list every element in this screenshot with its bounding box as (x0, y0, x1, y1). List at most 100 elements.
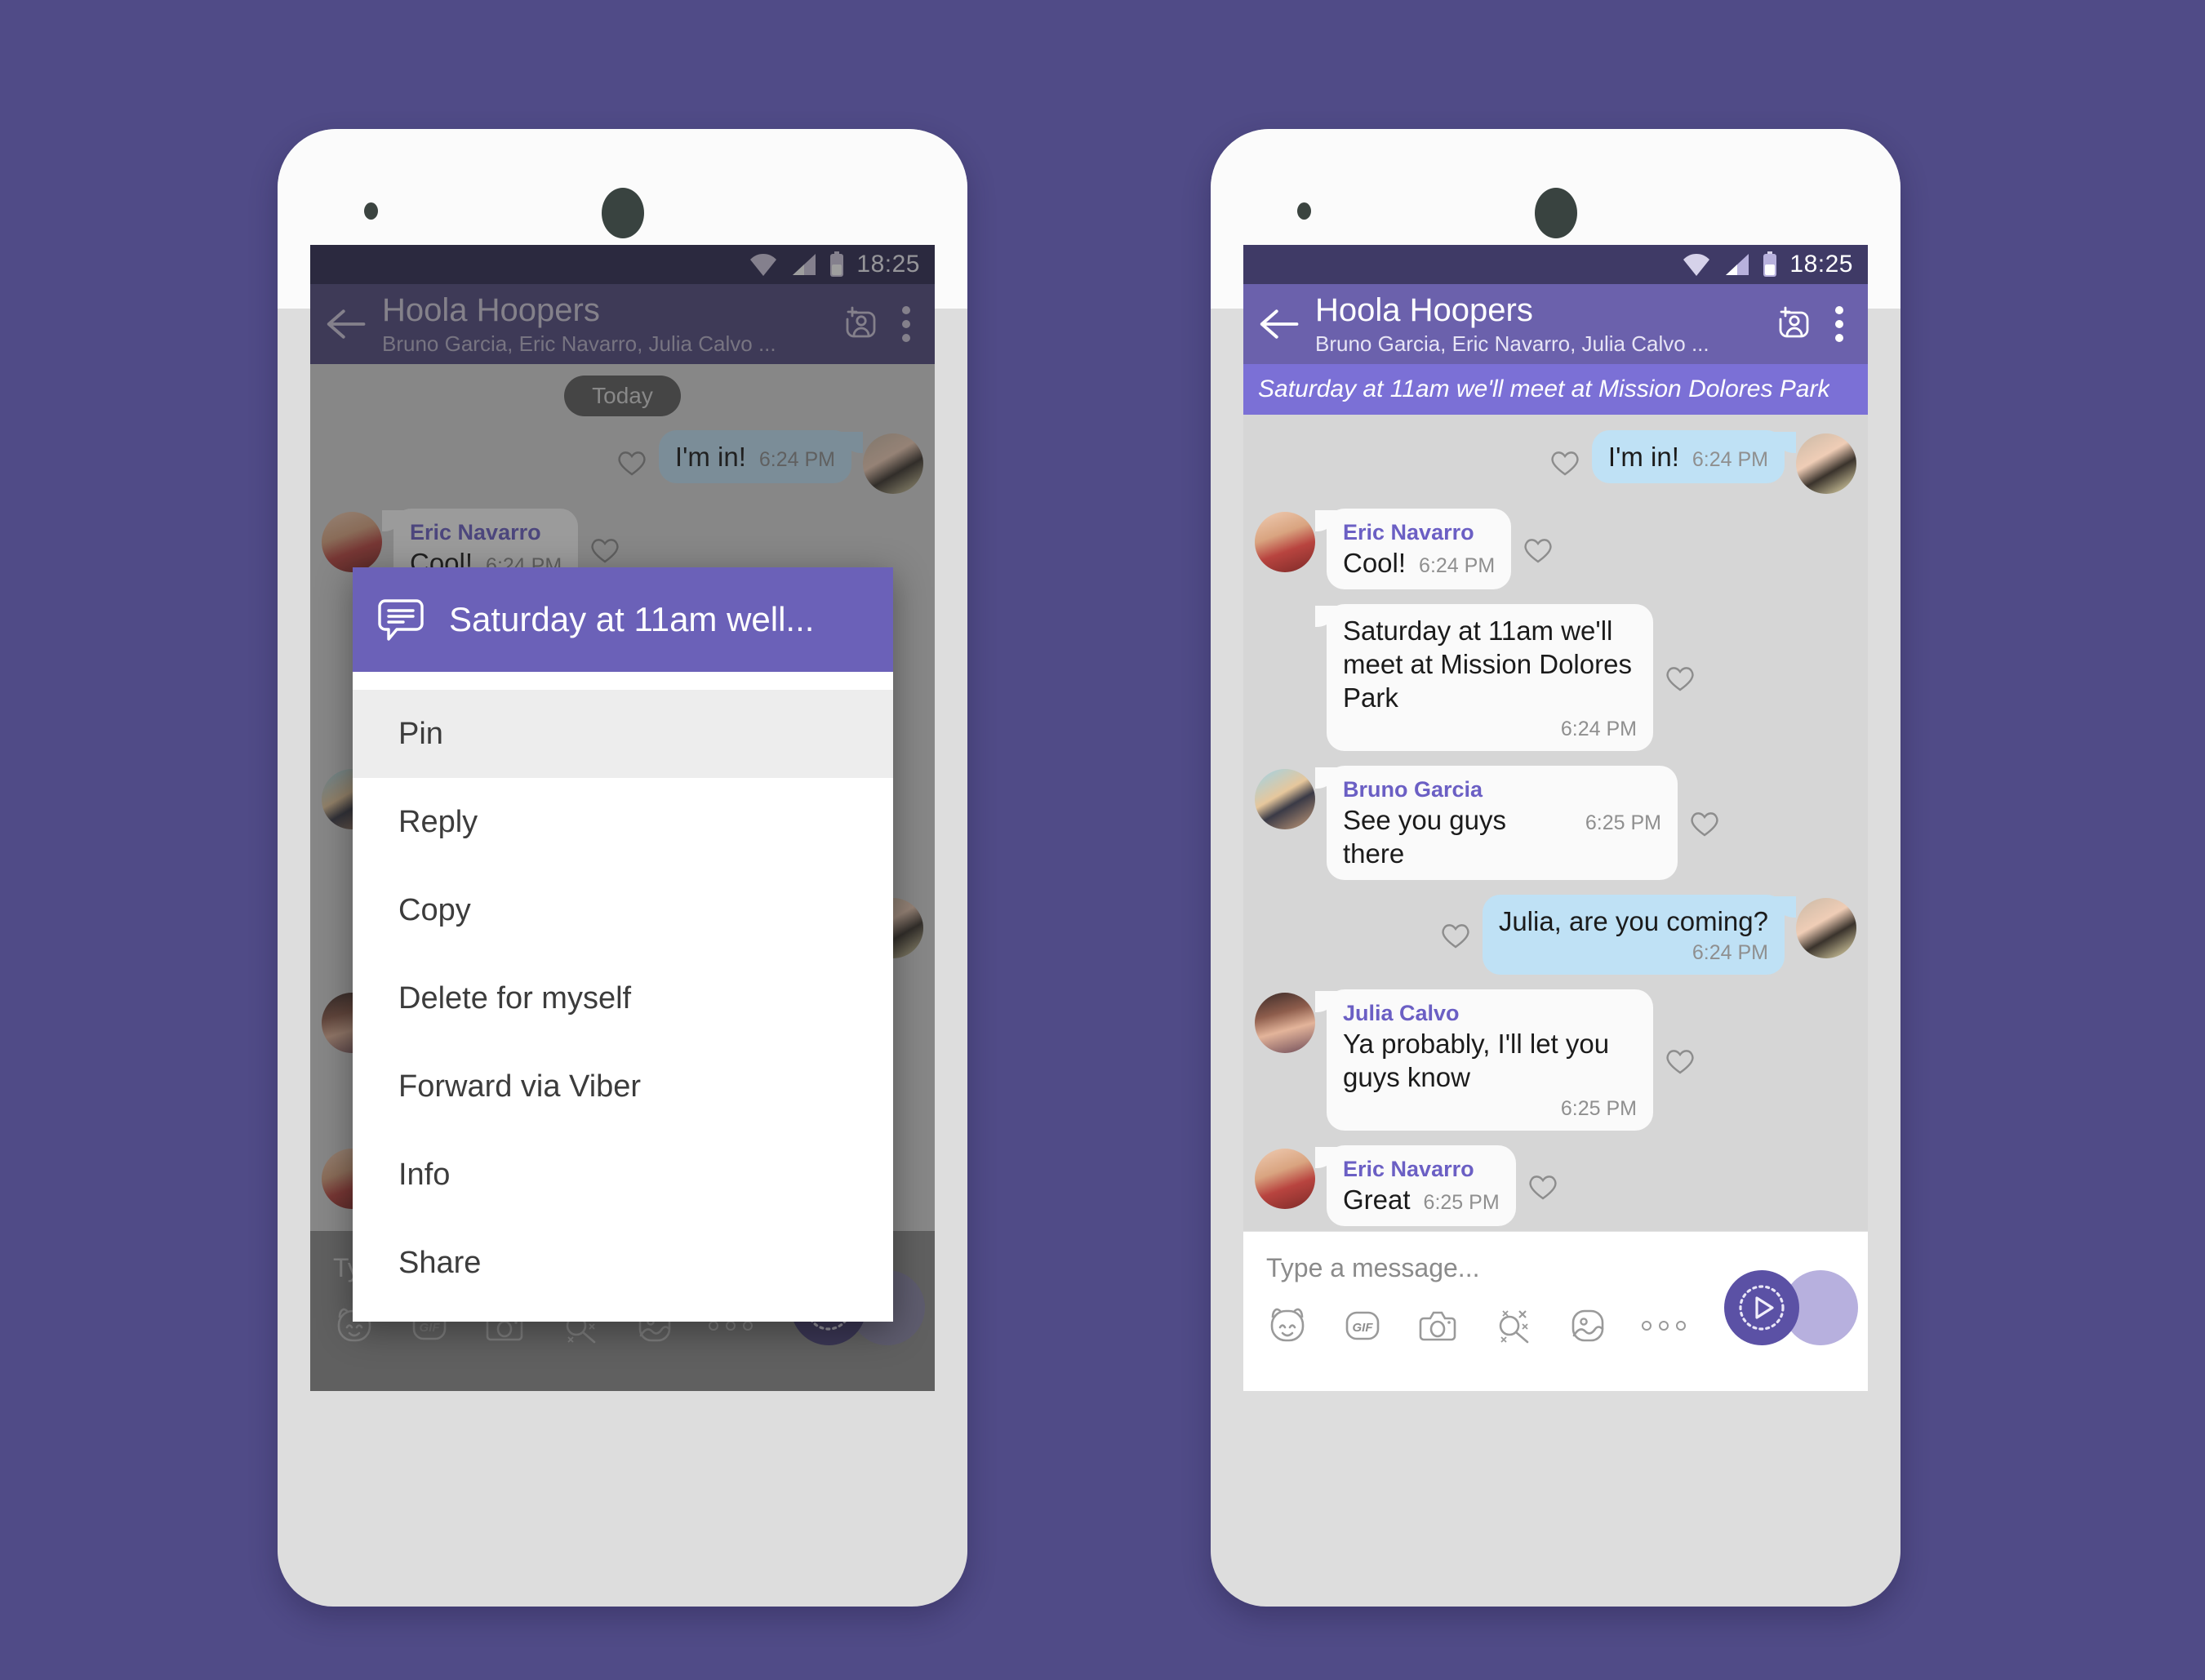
heart-outline-icon[interactable] (1663, 660, 1697, 695)
avatar[interactable] (1255, 512, 1315, 572)
message-time: 6:25 PM (1560, 1097, 1637, 1120)
overflow-menu-icon[interactable] (900, 306, 912, 342)
app-bar: Hoola Hoopers Bruno Garcia, Eric Navarro… (1243, 284, 1868, 364)
svg-text:GIF: GIF (1353, 1321, 1374, 1335)
avatar[interactable] (1796, 433, 1856, 494)
sender-name: Eric Navarro (1343, 520, 1474, 544)
message-time: 6:24 PM (1692, 941, 1768, 964)
heart-outline-icon[interactable] (1526, 1169, 1560, 1203)
message-text: Great (1343, 1184, 1411, 1215)
back-arrow-icon[interactable] (323, 302, 367, 346)
context-menu-item-share[interactable]: Share (353, 1219, 893, 1307)
message-row[interactable]: Bruno Garcia See you guys there 6:25 PM (1243, 758, 1868, 887)
sender-name: Julia Calvo (1343, 1001, 1460, 1025)
overflow-menu-icon[interactable] (1834, 306, 1845, 342)
avatar[interactable] (1255, 993, 1315, 1053)
camera-icon[interactable] (1416, 1304, 1459, 1347)
proximity-sensor-icon (1297, 202, 1311, 220)
message-bubble[interactable]: Julia Calvo Ya probably, I'll let you gu… (1315, 989, 1653, 1131)
message-bubble[interactable]: Bruno Garcia See you guys there 6:25 PM (1315, 766, 1678, 880)
page-title: Hoola Hoopers (1315, 292, 1533, 328)
heart-outline-icon[interactable] (615, 445, 649, 479)
context-menu-item-pin[interactable]: Pin (353, 690, 893, 778)
message-text: See you guys there (1343, 805, 1506, 869)
heart-outline-icon[interactable] (588, 532, 622, 567)
message-row[interactable]: Saturday at 11am we'll meet at Mission D… (1243, 597, 1868, 758)
day-divider-pill: Today (564, 376, 681, 416)
battery-icon (830, 251, 844, 277)
gallery-icon[interactable] (1567, 1304, 1609, 1347)
status-bar: 18:25 (310, 245, 935, 284)
context-menu-items: Pin Reply Copy Delete for myself Forward… (353, 672, 893, 1322)
heart-outline-icon[interactable] (1663, 1043, 1697, 1078)
avatar[interactable] (1796, 898, 1856, 958)
wifi-icon (750, 254, 777, 276)
status-bar-clock: 18:25 (856, 251, 920, 278)
context-menu-item-reply[interactable]: Reply (353, 778, 893, 866)
context-menu-title: Saturday at 11am well... (449, 600, 815, 638)
add-person-icon[interactable] (843, 304, 882, 344)
message-context-menu[interactable]: Saturday at 11am well... Pin Reply Copy … (353, 567, 893, 1322)
message-text: I'm in! (674, 442, 746, 472)
context-menu-item-info[interactable]: Info (353, 1131, 893, 1219)
message-text: Ya probably, I'll let you guys know (1343, 1029, 1610, 1092)
phone-device-left: 18:25 Hoola Hoopers Bruno Garcia, Eric N… (278, 129, 967, 1607)
message-time: 6:25 PM (1585, 811, 1661, 834)
message-bubble[interactable]: Julia, are you coming? 6:24 PM (1482, 895, 1797, 975)
heart-outline-icon[interactable] (1687, 806, 1722, 840)
back-arrow-icon[interactable] (1256, 302, 1300, 346)
avatar[interactable] (1255, 769, 1315, 829)
more-options-icon[interactable] (1642, 1321, 1686, 1331)
message-composer[interactable]: Type a message... GIF (1243, 1231, 1868, 1391)
message-text: Saturday at 11am we'll meet at Mission D… (1343, 616, 1632, 713)
avatar[interactable] (322, 512, 382, 572)
avatar[interactable] (1255, 1149, 1315, 1209)
sender-name: Eric Navarro (1343, 1157, 1474, 1181)
chat-header-titles[interactable]: Hoola Hoopers Bruno Garcia, Eric Navarro… (367, 291, 834, 357)
message-row[interactable]: Julia Calvo Ya probably, I'll let you gu… (1243, 982, 1868, 1138)
svg-text:GIF: GIF (420, 1321, 441, 1335)
message-time: 6:24 PM (1560, 718, 1637, 740)
message-bubble[interactable]: Saturday at 11am we'll meet at Mission D… (1315, 604, 1653, 751)
gif-icon[interactable]: GIF (1341, 1304, 1384, 1347)
chat-header-titles[interactable]: Hoola Hoopers Bruno Garcia, Eric Navarro… (1300, 291, 1767, 357)
context-menu-item-copy[interactable]: Copy (353, 866, 893, 954)
message-time: 6:24 PM (758, 448, 835, 471)
context-menu-item-delete-for-myself[interactable]: Delete for myself (353, 954, 893, 1042)
avatar[interactable] (863, 433, 923, 494)
battery-icon (1763, 251, 1777, 277)
message-time: 6:24 PM (1692, 448, 1768, 471)
message-text: I'm in! (1607, 442, 1679, 472)
message-row[interactable]: I'm in! 6:24 PM (1243, 423, 1868, 501)
front-camera-icon (601, 188, 644, 238)
send-button[interactable] (1724, 1270, 1799, 1345)
message-row[interactable]: I'm in! 6:24 PM (310, 423, 935, 501)
message-bubble[interactable]: I'm in! 6:24 PM (658, 430, 864, 483)
add-person-icon[interactable] (1776, 304, 1816, 344)
sticker-icon[interactable] (1266, 1304, 1309, 1347)
message-text: Cool! (1343, 548, 1407, 578)
heart-outline-icon[interactable] (1438, 918, 1473, 952)
status-bar-clock: 18:25 (1789, 251, 1853, 278)
phone-device-right: 18:25 Hoola Hoopers Bruno Garcia, Eric N… (1211, 129, 1900, 1607)
send-play-icon (1739, 1285, 1785, 1331)
message-row[interactable]: Eric Navarro Cool! 6:24 PM (1243, 501, 1868, 597)
sender-name: Eric Navarro (410, 520, 541, 544)
message-row[interactable]: Julia, are you coming? 6:24 PM (1243, 887, 1868, 982)
phone-screen-left: 18:25 Hoola Hoopers Bruno Garcia, Eric N… (310, 245, 935, 1391)
screenshot-stage: 18:25 Hoola Hoopers Bruno Garcia, Eric N… (0, 0, 2205, 1680)
doodle-icon[interactable] (1491, 1304, 1534, 1347)
pinned-message-banner[interactable]: Saturday at 11am we'll meet at Mission D… (1243, 364, 1868, 415)
page-title: Hoola Hoopers (382, 292, 600, 328)
day-divider-row: Today (310, 372, 935, 423)
more-options-icon[interactable] (709, 1321, 753, 1331)
message-bubble[interactable]: Eric Navarro Great 6:25 PM (1315, 1145, 1516, 1226)
context-menu-item-forward-via-viber[interactable]: Forward via Viber (353, 1042, 893, 1131)
heart-outline-icon[interactable] (1548, 445, 1582, 479)
context-menu-header: Saturday at 11am well... (353, 567, 893, 672)
heart-outline-icon[interactable] (1521, 532, 1555, 567)
signal-icon (793, 254, 816, 275)
message-row[interactable]: Eric Navarro Great 6:25 PM (1243, 1138, 1868, 1233)
message-bubble[interactable]: I'm in! 6:24 PM (1591, 430, 1797, 483)
message-bubble[interactable]: Eric Navarro Cool! 6:24 PM (1314, 509, 1512, 589)
